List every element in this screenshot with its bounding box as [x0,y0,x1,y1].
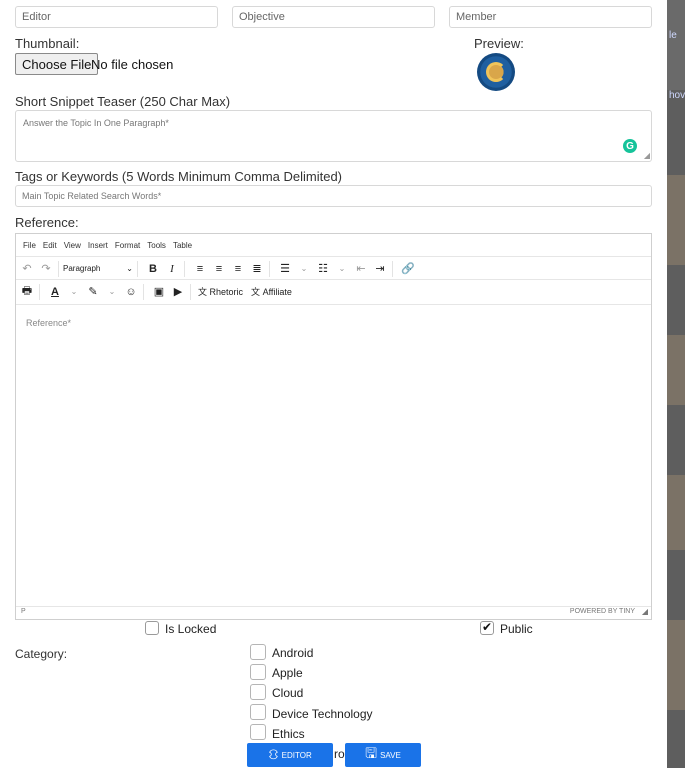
menu-table[interactable]: Table [173,241,192,250]
editor-toolbar-1: ↶ ↷ Paragraph ⌄ B I ≡ ≡ ≡ ≣ ☰ ⌄ ☷ ⌄ ⇤ ⇥ 🔗 [16,256,651,280]
side-panel-text-mid: hov [669,90,685,101]
tags-label: Tags or Keywords (5 Words Minimum Comma … [15,169,343,184]
affiliate-label: Affiliate [262,286,292,297]
category-android-checkbox[interactable] [250,644,266,660]
category-cloud-label: Cloud [272,686,304,700]
category-device-technology-checkbox[interactable] [250,704,266,720]
chevron-down-icon[interactable]: ⌄ [104,283,120,301]
reference-placeholder: Reference* [26,318,72,328]
block-format-value: Paragraph [63,264,101,273]
indent-icon[interactable]: ⇥ [372,260,388,278]
side-panel: le hov [667,0,685,768]
menu-insert[interactable]: Insert [88,241,108,250]
public-label: Public [500,622,533,636]
editor-button[interactable]: ⛻ EDITOR [247,743,333,767]
editor-button-label: EDITOR [281,750,312,760]
menu-file[interactable]: File [23,241,36,250]
category-ethics-checkbox[interactable] [250,724,266,740]
affiliate-button[interactable]: 文 Affiliate [251,283,292,301]
align-center-icon[interactable]: ≡ [211,260,227,278]
italic-icon[interactable]: I [164,260,180,278]
category-apple-checkbox[interactable] [250,664,266,680]
text-color-icon[interactable]: A [47,283,63,301]
align-right-icon[interactable]: ≡ [230,260,246,278]
editor-statusbar: P POWERED BY TINY ◢ [16,606,651,619]
preview-logo [477,53,515,91]
category-apple-label: Apple [272,666,303,680]
objective-field[interactable]: Objective [232,6,435,28]
editor-toolbar-2: 🖶 A ⌄ ✎ ⌄ ☺ ▣ ▶ 文 Rhetoric 文 Affiliate [16,279,651,303]
print-icon[interactable]: 🖶 [19,283,35,301]
member-field-value: Member [456,11,497,23]
snippet-label: Short Snippet Teaser (250 Char Max) [15,94,231,109]
resize-handle-icon[interactable]: ◢ [644,152,650,160]
side-panel-text-top: le [669,30,677,41]
member-field[interactable]: Member [449,6,652,28]
reference-edit-area[interactable]: Reference* [16,304,651,609]
is-locked-label: Is Locked [165,622,217,636]
tags-input[interactable]: Main Topic Related Search Words* [15,185,652,207]
chevron-down-icon[interactable]: ⌄ [296,260,312,278]
undo-icon[interactable]: ↶ [19,260,35,278]
preview-label: Preview: [474,36,524,51]
menu-tools[interactable]: Tools [147,241,166,250]
reference-editor[interactable]: File Edit View Insert Format Tools Table… [15,233,652,620]
save-icon: 🖫 [365,745,378,761]
image-icon[interactable]: ▣ [151,283,167,301]
link-icon[interactable]: 🔗 [400,260,416,278]
outdent-icon[interactable]: ⇤ [353,260,369,278]
chevron-down-icon: ⌄ [126,264,133,273]
redo-icon[interactable]: ↷ [38,260,54,278]
save-button[interactable]: 🖫 SAVE [345,743,421,767]
category-android-label: Android [272,646,314,660]
rhetoric-button[interactable]: 文 Rhetoric [198,283,243,301]
translate-icon: 文 [251,287,261,297]
reference-label: Reference: [15,215,79,230]
menu-view[interactable]: View [64,241,81,250]
objective-field-value: Objective [239,11,285,23]
thumbnail-label: Thumbnail: [15,36,80,51]
bullet-list-icon[interactable]: ☰ [277,260,293,278]
rhetoric-label: Rhetoric [209,286,244,297]
chevron-down-icon[interactable]: ⌄ [334,260,350,278]
chevron-down-icon[interactable]: ⌄ [66,283,82,301]
menu-edit[interactable]: Edit [43,241,57,250]
numbered-list-icon[interactable]: ☷ [315,260,331,278]
translate-icon: 文 [198,287,208,297]
category-cloud-checkbox[interactable] [250,684,266,700]
emoji-icon[interactable]: ☺ [123,283,139,301]
editor-menubar: File Edit View Insert Format Tools Table [16,234,651,256]
snippet-textarea[interactable]: Answer the Topic In One Paragraph* G ◢ [15,110,652,162]
align-justify-icon[interactable]: ≣ [249,260,265,278]
editor-field[interactable]: Editor [15,6,218,28]
choose-file-button[interactable]: Choose File [15,53,99,75]
grammarly-icon[interactable]: G [623,139,637,153]
tags-placeholder: Main Topic Related Search Words* [22,191,162,201]
file-status: No file chosen [91,57,174,72]
category-partial-label: ro [334,747,345,761]
bold-icon[interactable]: B [145,260,161,278]
public-checkbox[interactable] [480,620,494,635]
menu-format[interactable]: Format [115,241,140,250]
snippet-placeholder: Answer the Topic In One Paragraph* [23,118,169,128]
media-icon[interactable]: ▶ [170,283,186,301]
block-format-select[interactable]: Paragraph ⌄ [63,264,133,273]
category-device-technology-label: Device Technology [272,707,373,721]
resize-handle-icon[interactable]: ◢ [642,607,648,616]
is-locked-checkbox[interactable] [145,621,159,635]
category-label: Category: [15,647,68,661]
align-left-icon[interactable]: ≡ [192,260,208,278]
highlight-icon[interactable]: ✎ [85,283,101,301]
powered-by-link[interactable]: POWERED BY TINY [570,608,635,615]
category-ethics-label: Ethics [272,727,305,741]
editor-icon: ⛻ [268,745,279,762]
element-path[interactable]: P [21,608,26,615]
editor-field-value: Editor [22,11,51,23]
save-button-label: SAVE [380,750,401,760]
